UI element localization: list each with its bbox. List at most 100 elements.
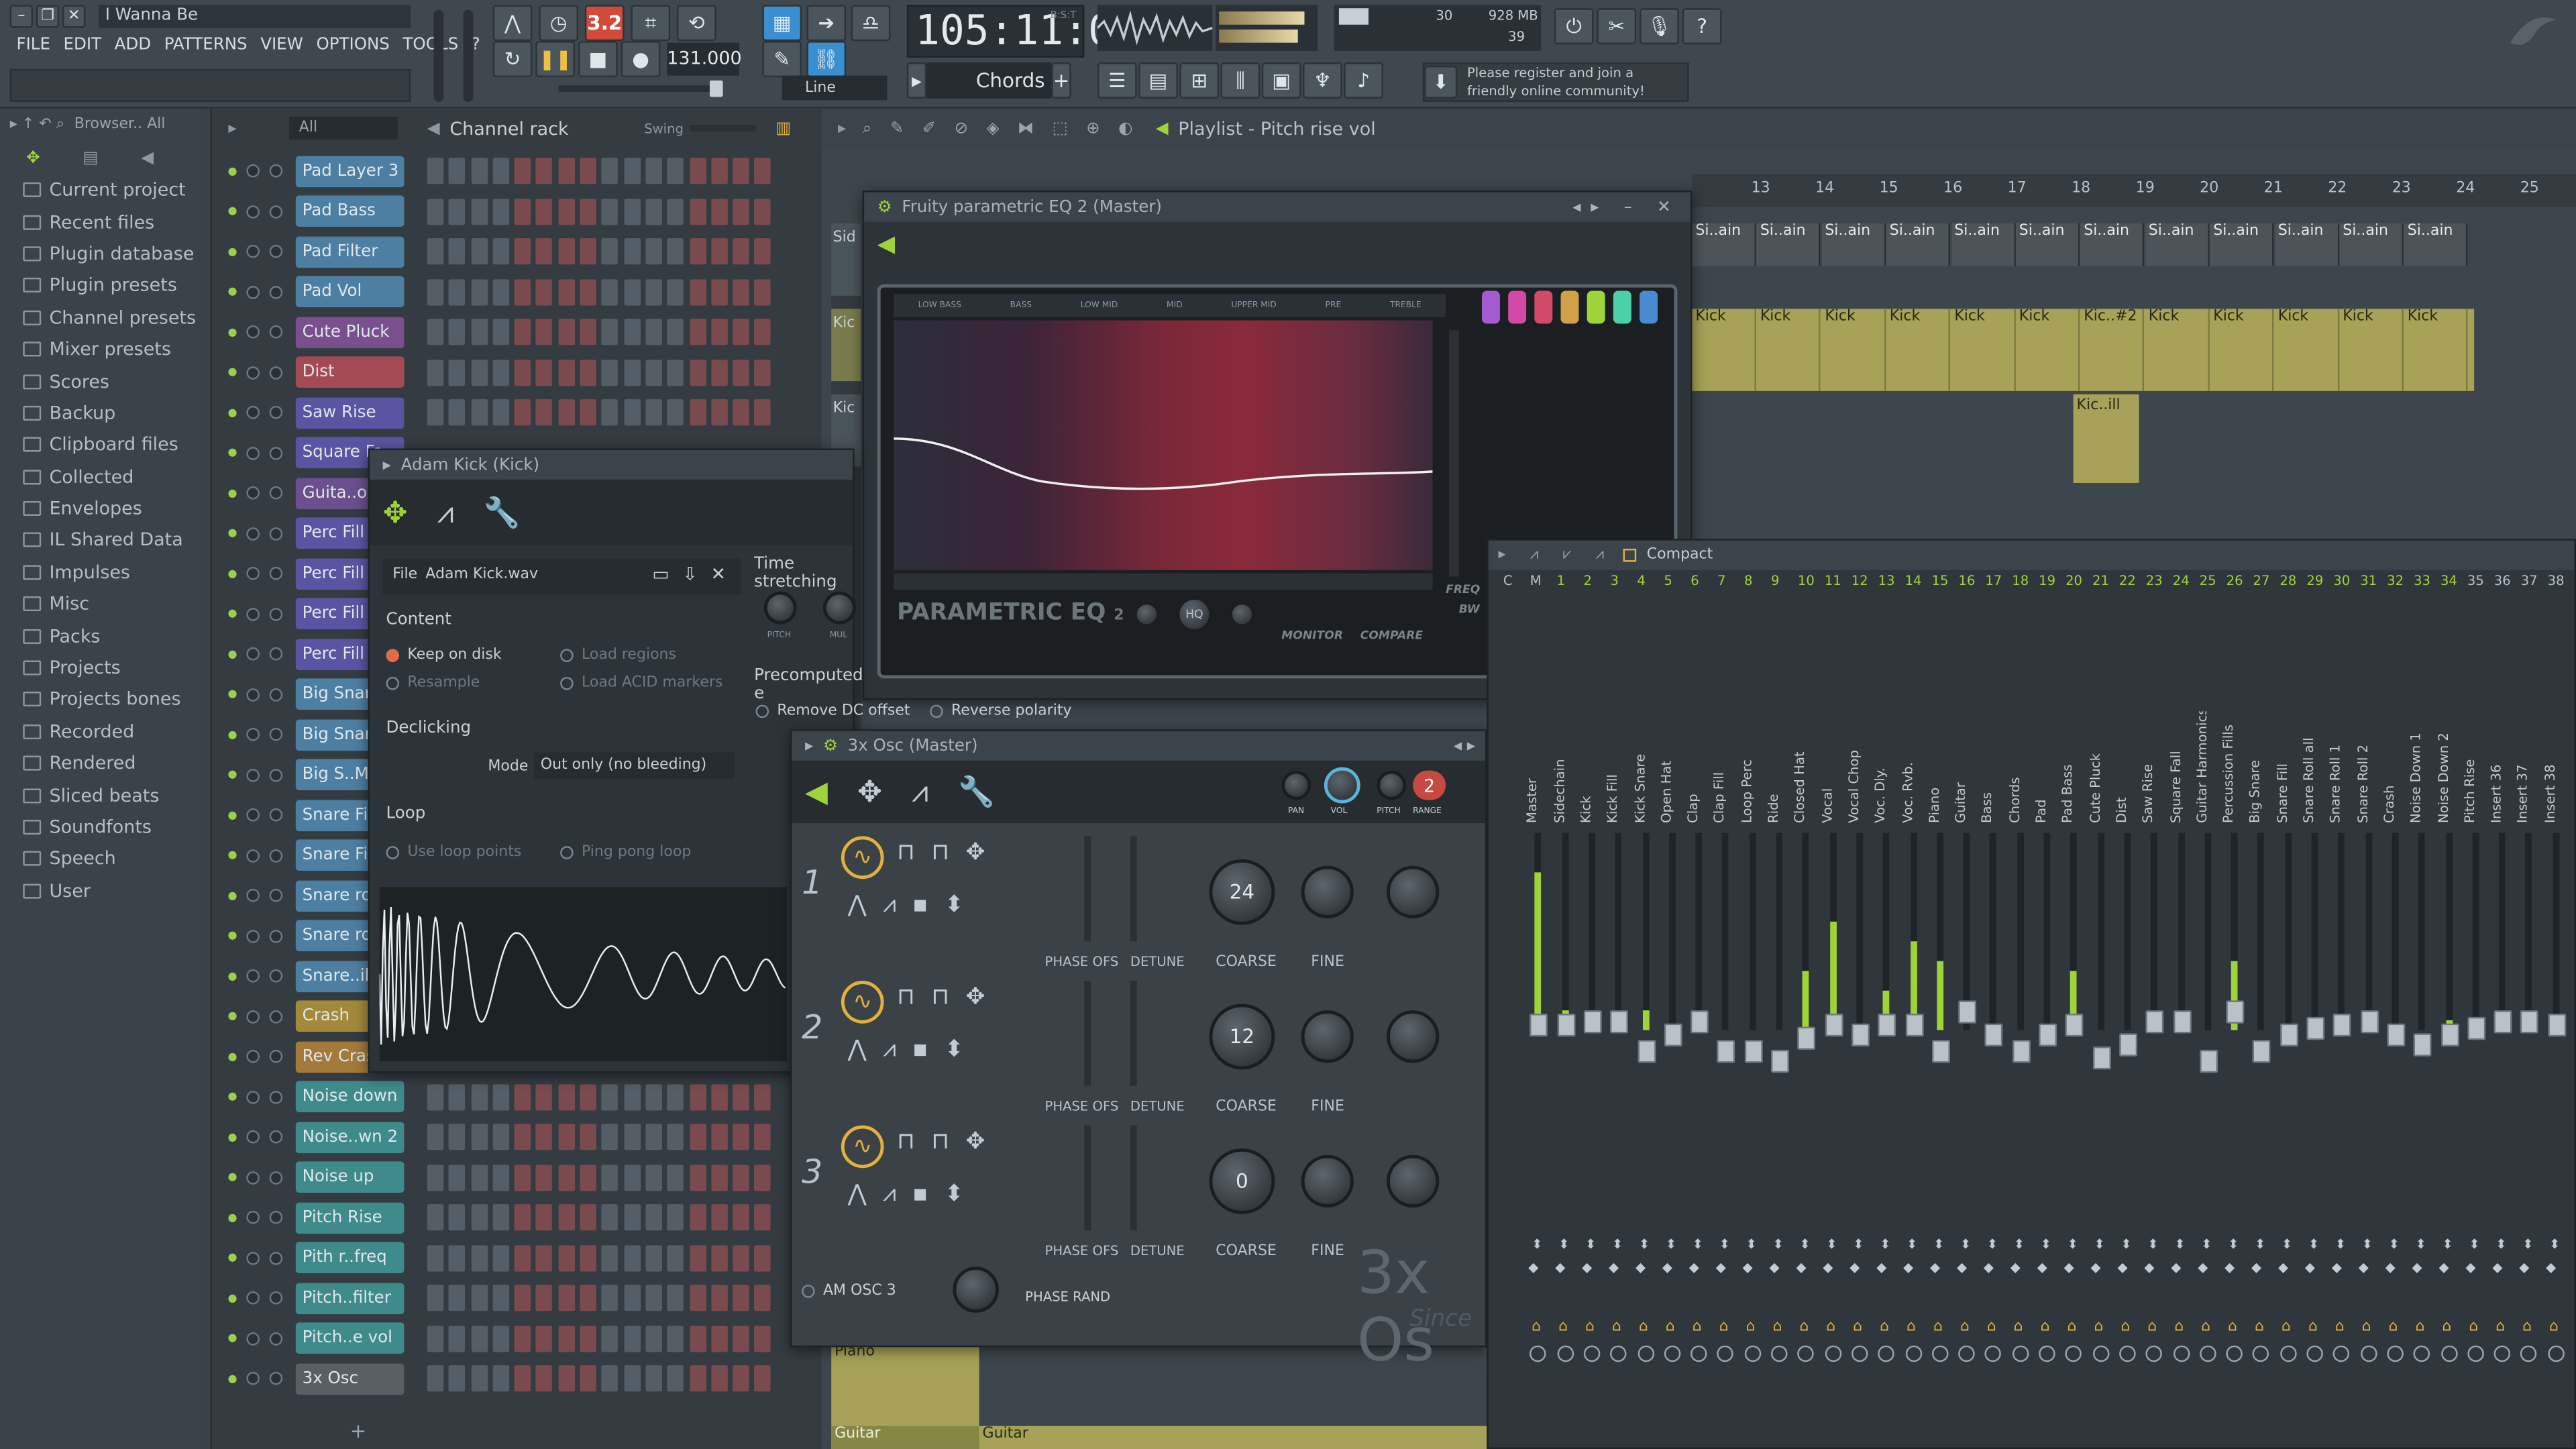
insert-volume-fader[interactable]	[2333, 1014, 2352, 1037]
mixer-insert[interactable]: 24 Square Fall ⬍ ◆ ⌂	[2167, 570, 2194, 1449]
step-button[interactable]	[689, 1124, 706, 1150]
mixer-insert[interactable]: 22 Dist ⬍ ◆ ⌂	[2114, 570, 2141, 1449]
step-button[interactable]	[580, 238, 597, 265]
step-button[interactable]	[602, 1164, 619, 1191]
browser-item[interactable]: Soundfonts	[0, 811, 197, 843]
plugin-icon[interactable]: ♆	[1303, 62, 1342, 99]
step-button[interactable]	[645, 1164, 662, 1191]
mixer-insert[interactable]: M Master ⬍ ◆ ⌂	[1525, 570, 1552, 1449]
route-arrows-icon[interactable]: ⬍	[1853, 1237, 1864, 1252]
mixer-insert[interactable]: 15 Piano ⬍ ◆ ⌂	[1927, 570, 1953, 1449]
step-button[interactable]	[645, 238, 662, 265]
fx-lock-icon[interactable]: ⌂	[2282, 1320, 2291, 1336]
menu-patterns[interactable]: PATTERNS	[164, 36, 248, 54]
step-button[interactable]	[755, 1285, 771, 1311]
stereo-sep-icon[interactable]: ◆	[2064, 1260, 2074, 1275]
insert-volume-fader[interactable]	[2226, 1000, 2245, 1024]
stereo-sep-icon[interactable]: ◆	[1662, 1260, 1672, 1275]
coarse-knob[interactable]: 12	[1209, 1004, 1275, 1070]
step-button[interactable]	[536, 1285, 553, 1311]
pitch-knob-osc[interactable]	[1377, 770, 1407, 800]
stereo-sep-icon[interactable]: ◆	[1796, 1260, 1806, 1275]
step-button[interactable]	[492, 399, 509, 426]
step-button[interactable]	[470, 198, 488, 225]
step-button[interactable]	[558, 1285, 575, 1311]
stereo-sep-icon[interactable]: ◆	[1903, 1260, 1913, 1275]
osc-title-bar[interactable]: ▸ ⚙ 3x Osc (Master) ◂ ▸	[792, 731, 1485, 761]
step-button[interactable]	[667, 319, 684, 345]
browser-item[interactable]: Plugin database	[0, 238, 197, 270]
eq-band-selector[interactable]	[1508, 290, 1527, 324]
step-button[interactable]	[580, 158, 597, 184]
channel-pan-knob[interactable]	[246, 285, 260, 299]
step-button[interactable]	[492, 198, 509, 225]
route-arrows-icon[interactable]: ⬍	[1719, 1237, 1730, 1252]
pan-knob[interactable]	[1281, 770, 1311, 800]
fx-lock-icon[interactable]: ⌂	[2228, 1320, 2237, 1336]
step-button[interactable]	[558, 1083, 575, 1110]
mixer-insert[interactable]: 28 Snare Fill ⬍ ◆ ⌂	[2275, 570, 2302, 1449]
step-button[interactable]	[711, 1083, 728, 1110]
channel-row[interactable]: Cute Pluck	[212, 312, 823, 352]
download-icon[interactable]: ⬇	[1424, 65, 1458, 99]
step-button[interactable]	[733, 1285, 750, 1311]
step-button[interactable]	[558, 319, 575, 345]
remove-dc-offset[interactable]: Remove DC offset	[755, 703, 910, 720]
channel-pan-knob[interactable]	[246, 647, 260, 661]
mixer-icon[interactable]: ⫼	[1220, 62, 1260, 99]
step-button[interactable]	[536, 359, 553, 386]
route-arrows-icon[interactable]: ⬍	[2228, 1237, 2239, 1252]
channel-row[interactable]: Dist	[212, 352, 823, 392]
step-button[interactable]	[492, 319, 509, 345]
insert-volume-fader[interactable]	[1664, 1023, 1682, 1047]
channel-vol-knob[interactable]	[269, 647, 283, 661]
channel-row[interactable]: Pith r..freq	[212, 1238, 823, 1278]
channel-vol-knob[interactable]	[269, 929, 283, 943]
step-button[interactable]	[733, 1204, 750, 1231]
mixer-insert[interactable]: 19 Pad ⬍ ◆ ⌂	[2034, 570, 2061, 1449]
clip-sidechain[interactable]: Si..ain	[1821, 223, 1886, 266]
eq-spectrum[interactable]	[894, 320, 1433, 570]
channel-vol-knob[interactable]	[269, 205, 283, 219]
browser-item[interactable]: User	[0, 875, 197, 906]
channel-row[interactable]: Pad Filter	[212, 231, 823, 272]
step-button[interactable]	[580, 1365, 597, 1392]
step-button[interactable]	[667, 1124, 684, 1150]
channel-mute-led[interactable]	[228, 1053, 237, 1061]
restore-icon[interactable]: ❐	[36, 5, 60, 28]
piano-roll-icon[interactable]: ▤	[1138, 62, 1178, 99]
insert-volume-fader[interactable]	[1637, 1040, 1656, 1063]
insert-volume-fader[interactable]	[1744, 1040, 1762, 1063]
clip-sidechain[interactable]: Si..ain	[2145, 223, 2210, 266]
insert-volume-fader[interactable]	[1958, 1000, 1977, 1024]
menu-view[interactable]: VIEW	[260, 36, 303, 54]
step-button[interactable]	[536, 1244, 553, 1271]
send-knob-icon[interactable]	[2065, 1345, 2082, 1362]
channel-name-button[interactable]: Pad Bass	[295, 196, 405, 227]
step-button[interactable]	[733, 1124, 750, 1150]
clip-guitar-2[interactable]: Guitar	[979, 1426, 1489, 1449]
master-pitch-slider[interactable]	[463, 9, 474, 102]
clip-kick[interactable]: Kick	[2145, 309, 2210, 391]
step-view-icon[interactable]: ▥	[775, 119, 791, 138]
ping-pong-loop[interactable]: Ping pong loop	[560, 845, 691, 861]
send-knob-icon[interactable]	[1824, 1345, 1841, 1362]
mixer-insert[interactable]: 4 Kick Snare ⬍ ◆ ⌂	[1632, 570, 1659, 1449]
stereo-sep-icon[interactable]: ◆	[1823, 1260, 1833, 1275]
insert-volume-fader[interactable]	[1797, 1026, 1816, 1050]
step-button[interactable]	[689, 399, 706, 426]
fx-lock-icon[interactable]: ⌂	[1532, 1320, 1541, 1336]
channel-mute-led[interactable]	[228, 932, 237, 941]
clip-kick[interactable]: Kick	[2339, 309, 2404, 391]
mixer-insert[interactable]: 37 Insert 37 ⬍ ◆ ⌂	[2516, 570, 2542, 1449]
channel-pan-knob[interactable]	[246, 1050, 260, 1064]
step-button[interactable]	[755, 1204, 771, 1231]
step-button[interactable]	[602, 1083, 619, 1110]
channel-pan-knob[interactable]	[246, 245, 260, 259]
step-button[interactable]	[711, 1124, 728, 1150]
channel-vol-knob[interactable]	[269, 969, 283, 983]
step-button[interactable]	[667, 359, 684, 386]
channel-name-button[interactable]: Pitch..e vol	[295, 1323, 405, 1354]
osc-wave-tab-icon[interactable]: ✥	[857, 775, 882, 809]
channel-mute-led[interactable]	[228, 892, 237, 900]
